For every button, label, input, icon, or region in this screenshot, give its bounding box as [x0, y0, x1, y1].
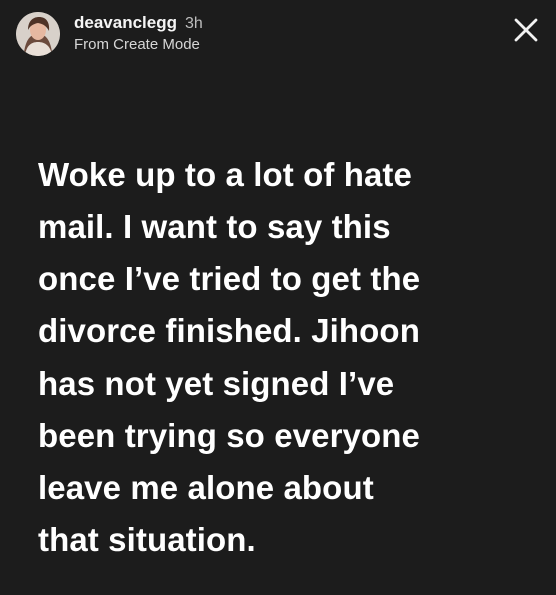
story-text-line: leave me alone about [38, 468, 374, 506]
story-text-line: mail. I want to say this [38, 208, 391, 246]
story-text-line: that situation. [38, 520, 256, 558]
story-text-line: has not yet signed I’ve [38, 364, 395, 402]
story-text-line: been trying so everyone [38, 416, 420, 454]
story-header: deavanclegg 3h From Create Mode [16, 12, 203, 56]
avatar-image [16, 12, 60, 56]
post-time: 3h [185, 15, 203, 33]
story-text-line: once I’ve tried to get the [38, 260, 421, 298]
username[interactable]: deavanclegg [74, 14, 177, 33]
avatar[interactable] [16, 12, 60, 56]
story-subtitle: From Create Mode [74, 36, 200, 54]
story-viewer: deavanclegg 3h From Create Mode Woke up … [0, 0, 556, 595]
story-text-line: divorce finished. Jihoon [38, 312, 420, 350]
story-text: Woke up to a lot of hate mail. I want to… [38, 149, 528, 566]
story-meta-top-line: deavanclegg 3h [74, 14, 203, 33]
story-meta: deavanclegg 3h From Create Mode [74, 14, 203, 53]
close-button[interactable] [510, 14, 542, 46]
story-text-line: Woke up to a lot of hate [38, 156, 412, 193]
close-icon [514, 18, 538, 42]
